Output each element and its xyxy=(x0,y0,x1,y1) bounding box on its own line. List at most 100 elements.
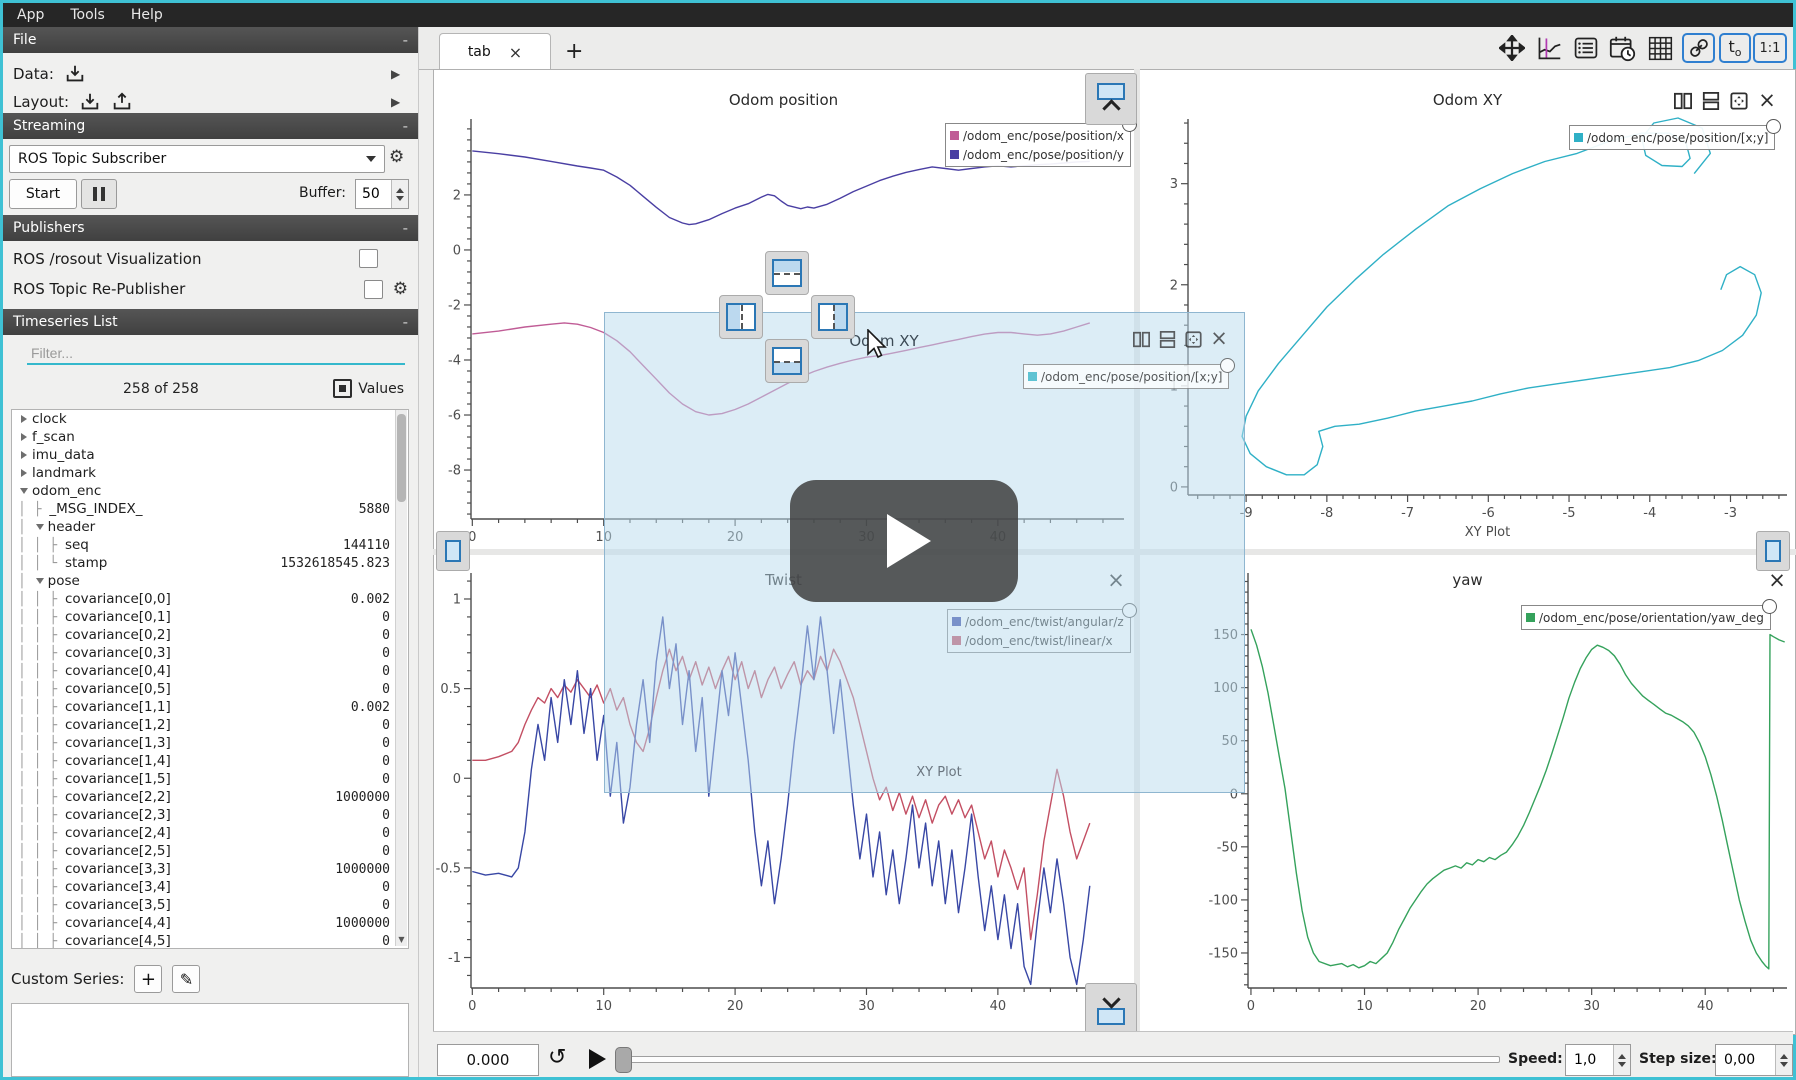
tree-scrollbar[interactable]: ▼ xyxy=(395,410,407,946)
tree-row[interactable]: │ │ ├ covariance[3,5]0 xyxy=(12,896,408,914)
tree-row[interactable]: │ │ ├ covariance[2,3]0 xyxy=(12,806,408,824)
odom-position-legend[interactable]: /odom_enc/pose/position/x /odom_enc/pose… xyxy=(945,123,1131,167)
tree-row[interactable]: │ │ ├ covariance[0,1]0 xyxy=(12,608,408,626)
tree-row[interactable]: clock xyxy=(12,410,408,428)
dock-top-indicator[interactable] xyxy=(765,251,809,295)
add-tab-button[interactable]: + xyxy=(565,39,583,64)
tree-row[interactable]: │ │ ├ covariance[1,1]0.002 xyxy=(12,698,408,716)
section-header-file[interactable]: File - xyxy=(3,27,418,53)
video-play-button[interactable] xyxy=(790,480,1018,602)
time-slider[interactable] xyxy=(618,1056,1500,1063)
edit-custom-series-button[interactable]: ✎ xyxy=(172,965,200,993)
collapse-icon[interactable]: - xyxy=(403,117,408,135)
spin-arrows[interactable] xyxy=(1775,1045,1792,1075)
spin-arrows[interactable] xyxy=(1613,1045,1630,1075)
tree-row[interactable]: imu_data xyxy=(12,446,408,464)
section-header-streaming[interactable]: Streaming - xyxy=(3,113,418,139)
buffer-spinbox[interactable]: 50 xyxy=(355,179,409,209)
layout-expand-arrow[interactable]: ▶ xyxy=(391,95,400,109)
section-header-publishers[interactable]: Publishers - xyxy=(3,215,418,241)
tree-row[interactable]: │ │ ├ covariance[4,5]0 xyxy=(12,932,408,949)
dock-edge-top-indicator[interactable] xyxy=(1085,73,1137,125)
close-plot-icon[interactable]: × xyxy=(1757,90,1777,110)
collapse-icon[interactable]: - xyxy=(403,219,408,237)
tree-row[interactable]: │ │ ├ covariance[0,0]0.002 xyxy=(12,590,408,608)
split-vertical-icon[interactable] xyxy=(1701,91,1721,111)
speed-spinbox[interactable]: 1,0 xyxy=(1565,1044,1631,1076)
add-custom-series-button[interactable]: + xyxy=(134,965,162,993)
ratio-tool-icon[interactable]: 1:1 xyxy=(1753,33,1787,63)
streaming-source-combo[interactable]: ROS Topic Subscriber xyxy=(9,145,385,173)
collapse-icon[interactable]: - xyxy=(403,313,408,331)
dock-bottom-indicator[interactable] xyxy=(765,339,809,383)
start-button[interactable]: Start xyxy=(9,179,77,209)
tree-scrollbar-thumb[interactable] xyxy=(397,414,406,502)
tree-row[interactable]: │ │ ├ covariance[0,2]0 xyxy=(12,626,408,644)
fullscreen-icon[interactable] xyxy=(1729,91,1749,111)
tree-row[interactable]: │ │ ├ covariance[3,4]0 xyxy=(12,878,408,896)
loop-button[interactable]: ↻ xyxy=(548,1045,566,1070)
tree-row[interactable]: │ header xyxy=(12,518,408,536)
tab-close-icon[interactable]: × xyxy=(509,43,522,62)
time-offset-tool-icon[interactable]: to xyxy=(1719,33,1751,63)
tree-row[interactable]: landmark xyxy=(12,464,408,482)
tree-row[interactable]: │ │ ├ covariance[0,5]0 xyxy=(12,680,408,698)
tree-row[interactable]: │ │ ├ seq144110 xyxy=(12,536,408,554)
datetime-tool-icon[interactable] xyxy=(1607,33,1637,63)
tree-row[interactable]: │ │ ├ covariance[1,3]0 xyxy=(12,734,408,752)
tree-row[interactable]: │ │ ├ covariance[2,2]1000000 xyxy=(12,788,408,806)
menu-tools[interactable]: Tools xyxy=(70,7,105,23)
section-header-timeseries[interactable]: Timeseries List - xyxy=(3,309,418,335)
tree-row[interactable]: │ │ ├ covariance[1,4]0 xyxy=(12,752,408,770)
tree-row[interactable]: │ │ └ stamp1532618545.823 xyxy=(12,554,408,572)
tree-row[interactable]: │ │ ├ covariance[0,3]0 xyxy=(12,644,408,662)
tree-row[interactable]: │ │ ├ covariance[1,2]0 xyxy=(12,716,408,734)
play-button[interactable] xyxy=(589,1049,606,1069)
legend-handle[interactable] xyxy=(1762,599,1777,614)
rosout-checkbox[interactable] xyxy=(359,249,378,268)
save-layout-icon[interactable] xyxy=(111,91,133,113)
republisher-settings-gear-icon[interactable]: ⚙ xyxy=(393,279,408,299)
menu-help[interactable]: Help xyxy=(131,7,163,23)
move-tool-icon[interactable] xyxy=(1497,33,1527,63)
tree-row[interactable]: │ │ ├ covariance[0,4]0 xyxy=(12,662,408,680)
yaw-legend[interactable]: /odom_enc/pose/orientation/yaw_deg xyxy=(1521,605,1771,630)
load-data-icon[interactable] xyxy=(64,63,86,85)
republisher-checkbox[interactable] xyxy=(364,280,383,299)
tree-row[interactable]: │ pose xyxy=(12,572,408,590)
odom-xy-legend[interactable]: /odom_enc/pose/position/[x;y] xyxy=(1569,125,1775,150)
dock-edge-left-indicator[interactable] xyxy=(436,531,470,571)
dock-left-indicator[interactable] xyxy=(719,295,763,339)
data-expand-arrow[interactable]: ▶ xyxy=(391,67,400,81)
spin-arrows[interactable] xyxy=(391,180,408,208)
time-display[interactable]: 0.000 xyxy=(437,1044,539,1076)
step-size-spinbox[interactable]: 0,00 xyxy=(1715,1044,1793,1076)
timeseries-tree[interactable]: clockf_scanimu_datalandmarkodom_enc│ ├ _… xyxy=(11,409,409,949)
menu-app[interactable]: App xyxy=(17,7,44,23)
close-yaw-icon[interactable]: × xyxy=(1767,570,1787,590)
pause-button[interactable] xyxy=(81,179,117,209)
tree-row[interactable]: │ │ ├ covariance[4,4]1000000 xyxy=(12,914,408,932)
tab-active[interactable]: tab × xyxy=(439,33,551,70)
tree-row[interactable]: odom_enc xyxy=(12,482,408,500)
streaming-settings-gear-icon[interactable]: ⚙ xyxy=(389,147,404,167)
load-layout-icon[interactable] xyxy=(79,91,101,113)
values-checkbox[interactable] xyxy=(333,379,352,398)
scroll-down-arrow[interactable]: ▼ xyxy=(397,935,406,944)
tracker-tool-icon[interactable] xyxy=(1534,33,1564,63)
tree-row[interactable]: │ │ ├ covariance[2,4]0 xyxy=(12,824,408,842)
link-ranges-tool-icon[interactable] xyxy=(1682,33,1715,63)
tree-row[interactable]: f_scan xyxy=(12,428,408,446)
list-tool-icon[interactable] xyxy=(1571,33,1601,63)
dock-edge-bottom-indicator[interactable] xyxy=(1085,983,1137,1035)
dock-right-indicator[interactable] xyxy=(811,295,855,339)
dock-edge-right-indicator[interactable] xyxy=(1756,531,1790,571)
grid-tool-icon[interactable] xyxy=(1645,33,1675,63)
tree-row[interactable]: │ ├ _MSG_INDEX_5880 xyxy=(12,500,408,518)
tree-row[interactable]: │ │ ├ covariance[3,3]1000000 xyxy=(12,860,408,878)
time-slider-handle[interactable] xyxy=(615,1047,632,1073)
tree-row[interactable]: │ │ ├ covariance[2,5]0 xyxy=(12,842,408,860)
filter-input[interactable] xyxy=(27,343,405,365)
collapse-icon[interactable]: - xyxy=(403,31,408,49)
custom-series-list[interactable] xyxy=(11,1003,409,1077)
